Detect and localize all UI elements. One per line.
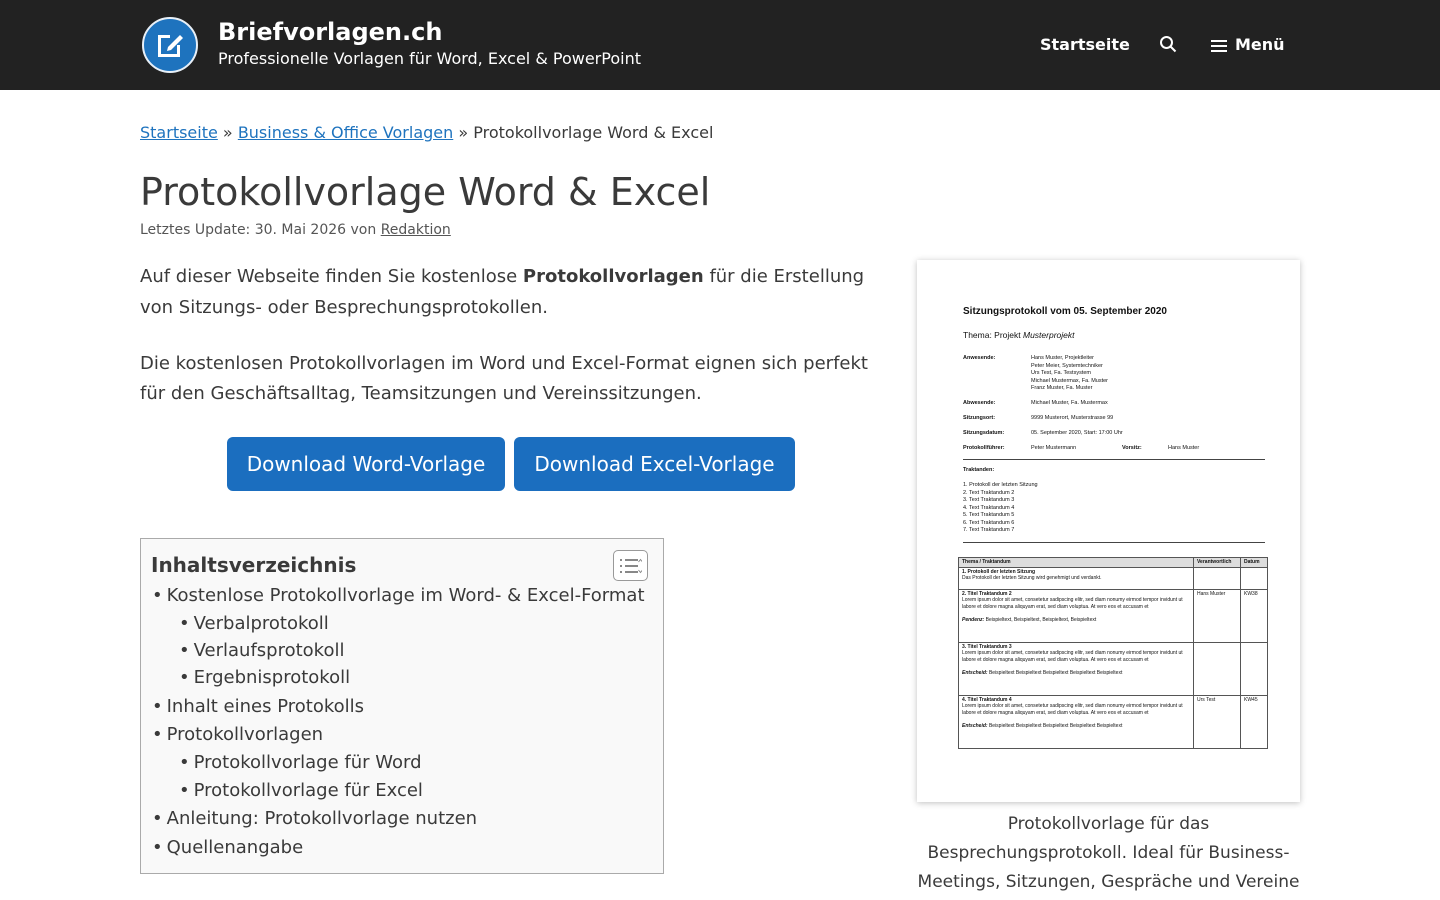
doc-value: Franz Muster, Fa. Muster xyxy=(1031,385,1093,391)
doc-list-item: 6. Text Traktandum 6 xyxy=(963,519,1015,526)
doc-table: Thema / Traktandum Verantwortlich Datum … xyxy=(958,557,1268,749)
update-date: Letztes Update: 30. Mai 2026 von xyxy=(140,222,377,238)
doc-label: Sitzungsdatum: xyxy=(963,430,1005,436)
page-title: Protokollvorlage Word & Excel xyxy=(140,170,711,214)
doc-divider xyxy=(963,459,1265,460)
toc-link[interactable]: • Quellenangabe xyxy=(152,837,303,858)
doc-label: Vorsitz: xyxy=(1122,445,1142,451)
site-logo-icon[interactable] xyxy=(142,17,198,73)
document-preview: Sitzungsprotokoll vom 05. September 2020… xyxy=(917,260,1300,802)
doc-value: Michael Mustermax, Fa. Muster xyxy=(1031,377,1109,384)
hamburger-icon xyxy=(1211,39,1227,52)
doc-value: Peter Mustermann xyxy=(1031,445,1077,451)
toc-link[interactable]: • Inhalt eines Protokolls xyxy=(152,696,364,717)
nav-home-link[interactable]: Startseite xyxy=(1040,35,1130,54)
doc-list-item: 2. Text Traktandum 2 xyxy=(963,489,1015,496)
breadcrumb-category-link[interactable]: Business & Office Vorlagen xyxy=(238,123,453,142)
doc-topic: Thema: Projekt Musterprojekt xyxy=(963,330,1075,340)
breadcrumb-separator: » xyxy=(222,123,233,142)
description-paragraph: Die kostenlosen Protokollvorlagen im Wor… xyxy=(140,353,868,404)
breadcrumb-separator: » xyxy=(458,123,469,142)
doc-table-header: Datum xyxy=(1240,557,1268,568)
edit-icon xyxy=(158,35,183,57)
doc-value: Hans Muster xyxy=(1168,445,1200,451)
doc-value: Peter Meier, Systemtechniker xyxy=(1031,362,1103,369)
menu-button[interactable]: Menü xyxy=(1211,35,1285,54)
site-header: Briefvorlagen.ch Professionelle Vorlagen… xyxy=(0,0,1440,90)
figure-caption: Protokollvorlage für das Besprechungspro… xyxy=(917,814,1300,892)
download-excel-button[interactable]: Download Excel-Vorlage xyxy=(514,437,795,491)
menu-label: Menü xyxy=(1235,35,1285,54)
toc-link[interactable]: • Anleitung: Protokollvorlage nutzen xyxy=(152,808,477,829)
doc-label: Traktanden: xyxy=(963,467,995,473)
doc-label: Sitzungsort: xyxy=(963,415,996,421)
doc-value: 9999 Musterort, Musterstrasse 99 xyxy=(1031,415,1114,421)
toc-link[interactable]: • Protokollvorlage für Excel xyxy=(179,780,423,801)
doc-list-item: 3. Text Traktandum 3 xyxy=(963,497,1015,503)
doc-label: Anwesende: xyxy=(963,355,996,361)
doc-divider xyxy=(963,542,1265,543)
doc-value: Hans Muster, Projektleiter xyxy=(1031,355,1094,361)
doc-value: Urs Test, Fa. Testsystem xyxy=(1031,370,1092,376)
search-button[interactable] xyxy=(1159,35,1177,57)
doc-list-item: 4. Text Traktandum 4 xyxy=(963,504,1015,511)
doc-list-item: 1. Protokoll der letzten Sitzung xyxy=(963,482,1038,488)
download-word-button[interactable]: Download Word-Vorlage xyxy=(227,437,505,491)
template-preview-image[interactable]: Sitzungsprotokoll vom 05. September 2020… xyxy=(917,260,1300,802)
doc-value: Michael Muster, Fa. Mustermax xyxy=(1031,400,1108,406)
breadcrumb-current: Protokollvorlage Word & Excel xyxy=(473,123,714,142)
list-icon xyxy=(620,558,642,574)
doc-table-row: 1. Protokoll der letzten Sitzung Das Prot… xyxy=(958,566,1268,590)
breadcrumb: Startseite » Business & Office Vorlagen … xyxy=(140,123,713,142)
post-meta: Letztes Update: 30. Mai 2026 von Redakti… xyxy=(140,222,451,238)
doc-title: Sitzungsprotokoll vom 05. September 2020 xyxy=(963,306,1167,317)
doc-list-item: 7. Text Traktandum 7 xyxy=(963,527,1015,533)
toc-title: Inhaltsverzeichnis xyxy=(151,553,357,577)
doc-table-row: 4. Titel Traktandum 4 Lorem ipsum dolor s… xyxy=(958,694,1268,749)
toc-link[interactable]: • Verlaufsprotokoll xyxy=(179,640,344,661)
toc-link[interactable]: • Protokollvorlagen xyxy=(152,724,323,745)
doc-table-row: 3. Titel Traktandum 3 Lorem ipsum dolor s… xyxy=(958,641,1268,696)
intro-bold: Protokollvorlagen xyxy=(522,266,704,287)
site-title[interactable]: Briefvorlagen.ch xyxy=(218,18,442,46)
site-tagline: Professionelle Vorlagen für Word, Excel … xyxy=(218,49,641,68)
breadcrumb-home-link[interactable]: Startseite xyxy=(140,123,218,142)
toc-link[interactable]: • Verbalprotokoll xyxy=(179,613,329,634)
author-link[interactable]: Redaktion xyxy=(381,222,451,238)
intro-paragraph: Auf dieser Webseite finden Sie kostenlos… xyxy=(140,261,880,323)
doc-label: Abwesende: xyxy=(963,400,996,406)
doc-label: Protokollführer: xyxy=(963,445,1005,451)
doc-table-header: Verantwortlich xyxy=(1193,557,1241,568)
doc-table-row: 2. Titel Traktandum 2 Lorem ipsum dolor s… xyxy=(958,588,1268,643)
intro-text: Auf dieser Webseite finden Sie kostenlos… xyxy=(140,266,523,287)
toc-link[interactable]: • Kostenlose Protokollvorlage im Word- & … xyxy=(152,585,645,606)
doc-value: 05. September 2020, Start: 17:00 Uhr xyxy=(1031,430,1123,436)
search-icon xyxy=(1160,36,1177,53)
toc-link[interactable]: • Ergebnisprotokoll xyxy=(179,667,350,688)
toc-link[interactable]: • Protokollvorlage für Word xyxy=(179,752,422,773)
toc-toggle-button[interactable] xyxy=(613,550,648,581)
doc-list-item: 5. Text Traktandum 5 xyxy=(963,512,1015,518)
doc-table-header: Thema / Traktandum xyxy=(958,557,1194,568)
table-of-contents: Inhaltsverzeichnis • Kostenlose Protokoll… xyxy=(140,538,664,874)
